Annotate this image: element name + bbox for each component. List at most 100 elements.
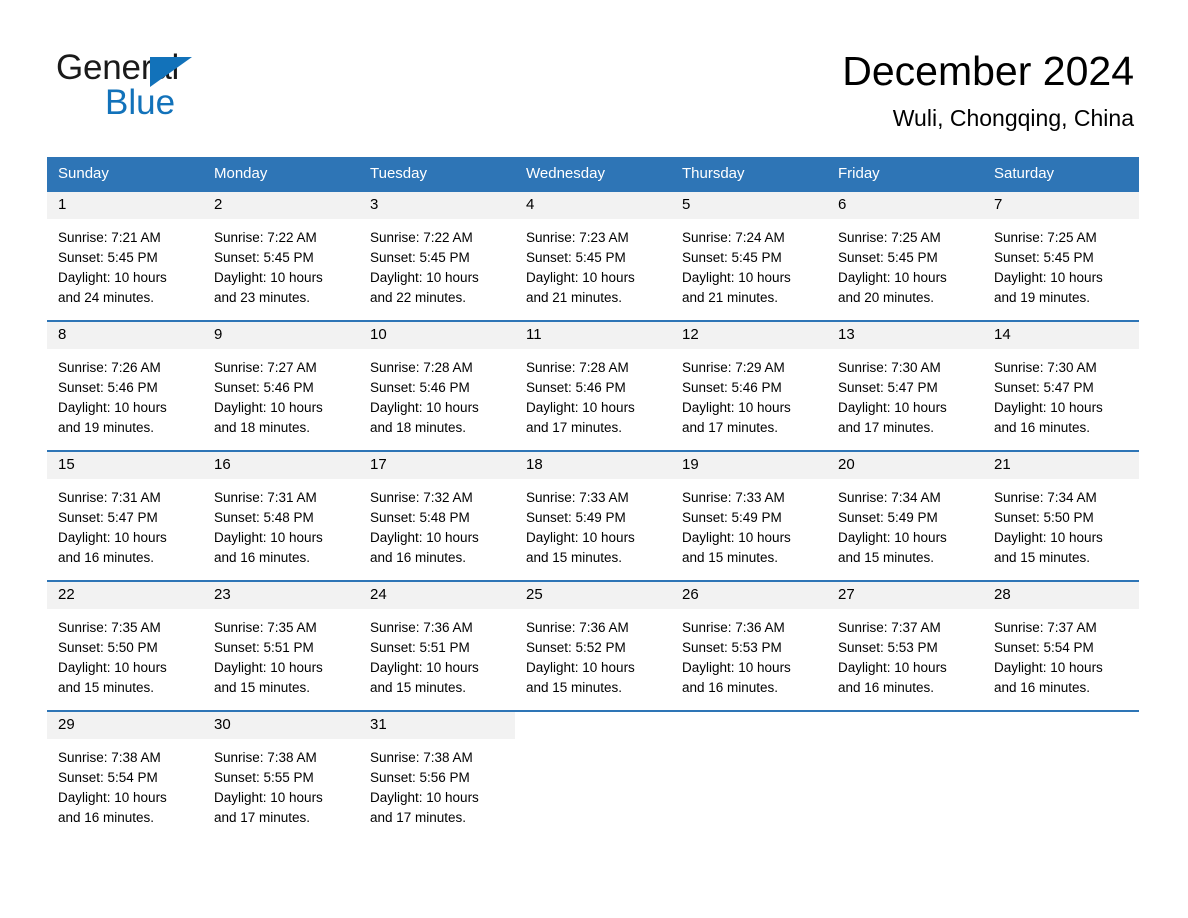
daylight-line-1: Daylight: 10 hours xyxy=(682,660,791,675)
daylight-line-1: Daylight: 10 hours xyxy=(682,400,791,415)
day-number: 21 xyxy=(994,456,1011,473)
sunset-line: Sunset: 5:47 PM xyxy=(838,380,938,395)
sunrise-line: Sunrise: 7:23 AM xyxy=(526,230,629,245)
day-cell[interactable]: 24 Sunrise: 7:36 AM Sunset: 5:51 PM Dayl… xyxy=(359,582,515,710)
day-number: 23 xyxy=(214,586,231,603)
daylight-line-1: Daylight: 10 hours xyxy=(526,660,635,675)
day-cell[interactable]: 21 Sunrise: 7:34 AM Sunset: 5:50 PM Dayl… xyxy=(983,452,1139,580)
daylight-line-1: Daylight: 10 hours xyxy=(838,530,947,545)
weekday-tuesday: Tuesday xyxy=(370,165,427,182)
day-cell[interactable]: 11 Sunrise: 7:28 AM Sunset: 5:46 PM Dayl… xyxy=(515,322,671,450)
sunrise-line: Sunrise: 7:31 AM xyxy=(58,490,161,505)
day-details: Sunrise: 7:33 AM Sunset: 5:49 PM Dayligh… xyxy=(671,479,827,568)
day-cell[interactable]: 22 Sunrise: 7:35 AM Sunset: 5:50 PM Dayl… xyxy=(47,582,203,710)
day-cell[interactable]: 7 Sunrise: 7:25 AM Sunset: 5:45 PM Dayli… xyxy=(983,192,1139,320)
weekday-thursday: Thursday xyxy=(682,165,745,182)
day-details: Sunrise: 7:38 AM Sunset: 5:56 PM Dayligh… xyxy=(359,739,515,828)
sunset-line: Sunset: 5:51 PM xyxy=(214,640,314,655)
day-cell[interactable]: 1 Sunrise: 7:21 AM Sunset: 5:45 PM Dayli… xyxy=(47,192,203,320)
sunset-line: Sunset: 5:47 PM xyxy=(58,510,158,525)
day-cell[interactable]: 28 Sunrise: 7:37 AM Sunset: 5:54 PM Dayl… xyxy=(983,582,1139,710)
day-cell[interactable]: 29 Sunrise: 7:38 AM Sunset: 5:54 PM Dayl… xyxy=(47,712,203,840)
day-cell[interactable]: 30 Sunrise: 7:38 AM Sunset: 5:55 PM Dayl… xyxy=(203,712,359,840)
sunrise-line: Sunrise: 7:33 AM xyxy=(682,490,785,505)
sunset-line: Sunset: 5:46 PM xyxy=(526,380,626,395)
day-cell[interactable]: 14 Sunrise: 7:30 AM Sunset: 5:47 PM Dayl… xyxy=(983,322,1139,450)
daylight-line-2: and 16 minutes. xyxy=(370,550,467,565)
sunset-line: Sunset: 5:45 PM xyxy=(214,250,314,265)
daylight-line-2: and 15 minutes. xyxy=(58,680,155,695)
sunrise-line: Sunrise: 7:29 AM xyxy=(682,360,785,375)
sunrise-line: Sunrise: 7:34 AM xyxy=(994,490,1097,505)
sunset-line: Sunset: 5:54 PM xyxy=(994,640,1094,655)
daylight-line-1: Daylight: 10 hours xyxy=(58,270,167,285)
day-number-strip xyxy=(983,712,1139,739)
day-number: 14 xyxy=(994,326,1011,343)
day-number: 7 xyxy=(994,196,1003,213)
sunset-line: Sunset: 5:56 PM xyxy=(370,770,470,785)
day-number: 30 xyxy=(214,716,231,733)
day-number: 9 xyxy=(214,326,223,343)
day-details: Sunrise: 7:25 AM Sunset: 5:45 PM Dayligh… xyxy=(983,219,1139,308)
day-cell[interactable]: 23 Sunrise: 7:35 AM Sunset: 5:51 PM Dayl… xyxy=(203,582,359,710)
day-cell[interactable]: 3 Sunrise: 7:22 AM Sunset: 5:45 PM Dayli… xyxy=(359,192,515,320)
daylight-line-2: and 15 minutes. xyxy=(214,680,311,695)
daylight-line-2: and 17 minutes. xyxy=(214,810,311,825)
daylight-line-1: Daylight: 10 hours xyxy=(370,790,479,805)
day-details: Sunrise: 7:36 AM Sunset: 5:52 PM Dayligh… xyxy=(515,609,671,698)
day-number-strip: 13 xyxy=(827,322,983,349)
sunset-line: Sunset: 5:48 PM xyxy=(214,510,314,525)
day-cell[interactable]: 19 Sunrise: 7:33 AM Sunset: 5:49 PM Dayl… xyxy=(671,452,827,580)
day-cell[interactable]: 2 Sunrise: 7:22 AM Sunset: 5:45 PM Dayli… xyxy=(203,192,359,320)
day-cell[interactable]: 8 Sunrise: 7:26 AM Sunset: 5:46 PM Dayli… xyxy=(47,322,203,450)
title-block: December 2024 Wuli, Chongqing, China xyxy=(842,48,1134,132)
week-row: 15 Sunrise: 7:31 AM Sunset: 5:47 PM Dayl… xyxy=(47,450,1139,580)
day-details: Sunrise: 7:22 AM Sunset: 5:45 PM Dayligh… xyxy=(203,219,359,308)
daylight-line-2: and 24 minutes. xyxy=(58,290,155,305)
day-cell[interactable]: 5 Sunrise: 7:24 AM Sunset: 5:45 PM Dayli… xyxy=(671,192,827,320)
day-cell[interactable]: 25 Sunrise: 7:36 AM Sunset: 5:52 PM Dayl… xyxy=(515,582,671,710)
day-number-strip: 7 xyxy=(983,192,1139,219)
sunrise-line: Sunrise: 7:30 AM xyxy=(994,360,1097,375)
day-cell[interactable]: 18 Sunrise: 7:33 AM Sunset: 5:49 PM Dayl… xyxy=(515,452,671,580)
day-details: Sunrise: 7:23 AM Sunset: 5:45 PM Dayligh… xyxy=(515,219,671,308)
daylight-line-2: and 16 minutes. xyxy=(838,680,935,695)
day-cell[interactable]: 17 Sunrise: 7:32 AM Sunset: 5:48 PM Dayl… xyxy=(359,452,515,580)
day-cell[interactable]: 15 Sunrise: 7:31 AM Sunset: 5:47 PM Dayl… xyxy=(47,452,203,580)
sunset-line: Sunset: 5:50 PM xyxy=(58,640,158,655)
day-cell-empty xyxy=(983,712,1139,840)
day-details: Sunrise: 7:36 AM Sunset: 5:53 PM Dayligh… xyxy=(671,609,827,698)
day-cell[interactable]: 26 Sunrise: 7:36 AM Sunset: 5:53 PM Dayl… xyxy=(671,582,827,710)
day-cell[interactable]: 20 Sunrise: 7:34 AM Sunset: 5:49 PM Dayl… xyxy=(827,452,983,580)
day-cell[interactable]: 31 Sunrise: 7:38 AM Sunset: 5:56 PM Dayl… xyxy=(359,712,515,840)
day-number-strip: 22 xyxy=(47,582,203,609)
daylight-line-2: and 16 minutes. xyxy=(58,810,155,825)
sunrise-line: Sunrise: 7:38 AM xyxy=(214,750,317,765)
daylight-line-1: Daylight: 10 hours xyxy=(526,530,635,545)
day-number: 5 xyxy=(682,196,691,213)
daylight-line-1: Daylight: 10 hours xyxy=(682,270,791,285)
day-cell[interactable]: 6 Sunrise: 7:25 AM Sunset: 5:45 PM Dayli… xyxy=(827,192,983,320)
day-number-strip: 3 xyxy=(359,192,515,219)
day-cell[interactable]: 27 Sunrise: 7:37 AM Sunset: 5:53 PM Dayl… xyxy=(827,582,983,710)
day-number-strip: 10 xyxy=(359,322,515,349)
day-number: 28 xyxy=(994,586,1011,603)
day-number: 22 xyxy=(58,586,75,603)
day-cell[interactable]: 9 Sunrise: 7:27 AM Sunset: 5:46 PM Dayli… xyxy=(203,322,359,450)
day-number-strip: 29 xyxy=(47,712,203,739)
day-cell[interactable]: 13 Sunrise: 7:30 AM Sunset: 5:47 PM Dayl… xyxy=(827,322,983,450)
day-number-strip: 21 xyxy=(983,452,1139,479)
day-cell[interactable]: 16 Sunrise: 7:31 AM Sunset: 5:48 PM Dayl… xyxy=(203,452,359,580)
day-number-strip: 18 xyxy=(515,452,671,479)
sunrise-line: Sunrise: 7:25 AM xyxy=(994,230,1097,245)
day-cell[interactable]: 4 Sunrise: 7:23 AM Sunset: 5:45 PM Dayli… xyxy=(515,192,671,320)
day-cell[interactable]: 10 Sunrise: 7:28 AM Sunset: 5:46 PM Dayl… xyxy=(359,322,515,450)
daylight-line-2: and 18 minutes. xyxy=(370,420,467,435)
day-number-strip: 30 xyxy=(203,712,359,739)
day-cell[interactable]: 12 Sunrise: 7:29 AM Sunset: 5:46 PM Dayl… xyxy=(671,322,827,450)
page-title: December 2024 xyxy=(842,48,1134,94)
day-number-strip: 1 xyxy=(47,192,203,219)
daylight-line-2: and 15 minutes. xyxy=(370,680,467,695)
weekday-sunday: Sunday xyxy=(58,165,109,182)
daylight-line-1: Daylight: 10 hours xyxy=(58,790,167,805)
